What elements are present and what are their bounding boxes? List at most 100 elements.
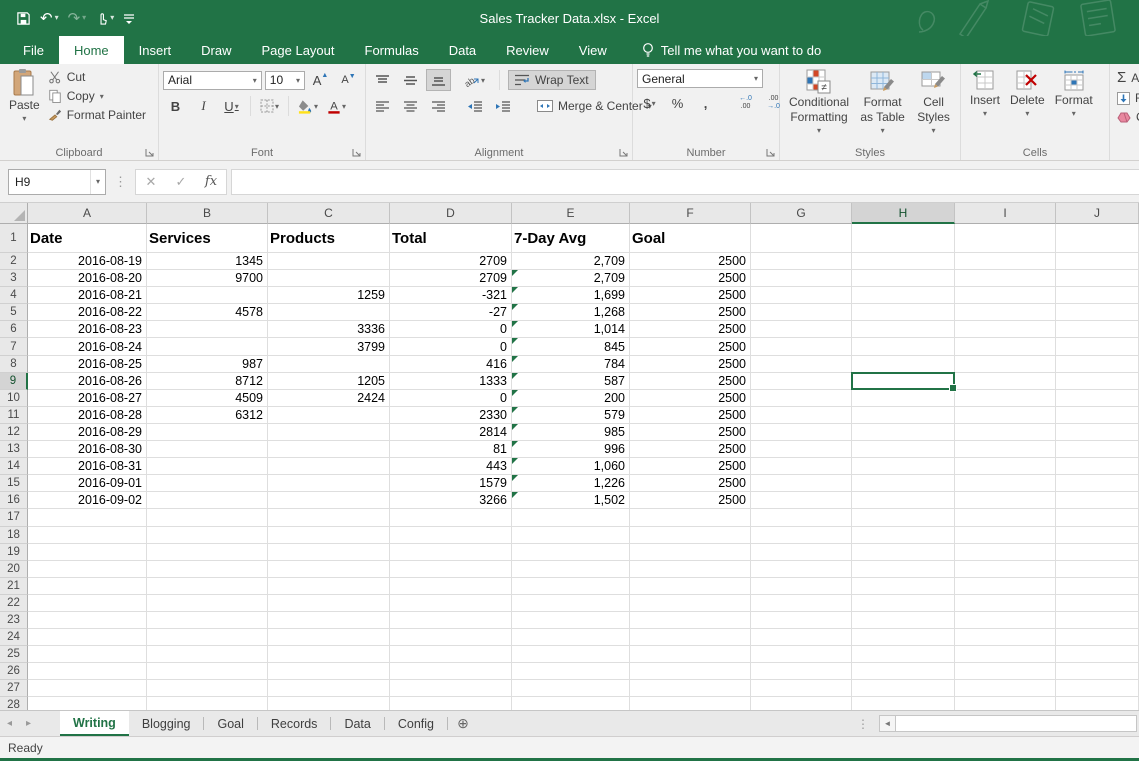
row-header-3[interactable]: 3	[0, 270, 28, 287]
cell-A22[interactable]	[28, 595, 147, 612]
cell-D2[interactable]: 2709	[390, 253, 512, 270]
horizontal-scrollbar[interactable]: ◄	[879, 711, 1137, 736]
cell-D12[interactable]: 2814	[390, 424, 512, 441]
cell-J5[interactable]	[1056, 304, 1139, 321]
tell-me-box[interactable]: Tell me what you want to do	[642, 36, 821, 64]
number-format-combo[interactable]: General▾	[637, 69, 763, 88]
cell-D7[interactable]: 0	[390, 338, 512, 355]
cell-G7[interactable]	[751, 338, 852, 355]
cell-A10[interactable]: 2016-08-27	[28, 390, 147, 407]
cell-J1[interactable]	[1056, 224, 1139, 253]
cell-D23[interactable]	[390, 612, 512, 629]
cell-E11[interactable]: 579	[512, 407, 630, 424]
cell-B24[interactable]	[147, 629, 268, 646]
row-header-18[interactable]: 18	[0, 527, 28, 544]
cell-H15[interactable]	[852, 475, 955, 492]
cell-H6[interactable]	[852, 321, 955, 338]
cell-D27[interactable]	[390, 680, 512, 697]
cell-C13[interactable]	[268, 441, 390, 458]
italic-button[interactable]: I	[191, 95, 216, 117]
name-box-resize-handle[interactable]: ⋮	[106, 174, 135, 190]
cell-J9[interactable]	[1056, 373, 1139, 390]
cell-I28[interactable]	[955, 697, 1056, 710]
format-painter-button[interactable]: Format Painter	[45, 107, 149, 123]
cell-E23[interactable]	[512, 612, 630, 629]
cell-E17[interactable]	[512, 509, 630, 526]
undo-dropdown-icon[interactable]: ▾	[55, 14, 59, 22]
delete-cells-button[interactable]: Delete▾	[1005, 67, 1050, 121]
cell-D6[interactable]: 0	[390, 321, 512, 338]
cell-F23[interactable]	[630, 612, 751, 629]
cell-I12[interactable]	[955, 424, 1056, 441]
cell-J6[interactable]	[1056, 321, 1139, 338]
cell-A7[interactable]: 2016-08-24	[28, 338, 147, 355]
fill-color-button[interactable]: ▾	[295, 95, 321, 117]
orientation-dropdown-icon[interactable]: ▾	[481, 76, 485, 85]
cell-D14[interactable]: 443	[390, 458, 512, 475]
fill-button[interactable]: Fill▾	[1114, 90, 1139, 106]
cell-B8[interactable]: 987	[147, 356, 268, 373]
cell-A25[interactable]	[28, 646, 147, 663]
cell-C20[interactable]	[268, 561, 390, 578]
cell-E20[interactable]	[512, 561, 630, 578]
cell-A19[interactable]	[28, 544, 147, 561]
cell-C19[interactable]	[268, 544, 390, 561]
row-header-19[interactable]: 19	[0, 544, 28, 561]
cell-D9[interactable]: 1333	[390, 373, 512, 390]
font-dialog-launcher[interactable]	[351, 147, 362, 158]
row-header-13[interactable]: 13	[0, 441, 28, 458]
cell-C7[interactable]: 3799	[268, 338, 390, 355]
row-header-28[interactable]: 28	[0, 697, 28, 710]
cell-A3[interactable]: 2016-08-20	[28, 270, 147, 287]
cell-G8[interactable]	[751, 356, 852, 373]
cell-D5[interactable]: -27	[390, 304, 512, 321]
cell-I14[interactable]	[955, 458, 1056, 475]
cell-J18[interactable]	[1056, 527, 1139, 544]
cell-D20[interactable]	[390, 561, 512, 578]
ribbon-tab-formulas[interactable]: Formulas	[350, 36, 434, 64]
cell-A16[interactable]: 2016-09-02	[28, 492, 147, 509]
name-box[interactable]: H9 ▾	[8, 169, 106, 195]
cell-J3[interactable]	[1056, 270, 1139, 287]
cell-F9[interactable]: 2500	[630, 373, 751, 390]
cell-D24[interactable]	[390, 629, 512, 646]
column-header-I[interactable]: I	[955, 203, 1056, 224]
cell-F17[interactable]	[630, 509, 751, 526]
cell-B26[interactable]	[147, 663, 268, 680]
cell-H25[interactable]	[852, 646, 955, 663]
comma-style-button[interactable]: ,	[693, 92, 718, 114]
cell-D22[interactable]	[390, 595, 512, 612]
cell-C14[interactable]	[268, 458, 390, 475]
row-header-16[interactable]: 16	[0, 492, 28, 509]
cell-H18[interactable]	[852, 527, 955, 544]
ribbon-tab-insert[interactable]: Insert	[124, 36, 187, 64]
cell-F18[interactable]	[630, 527, 751, 544]
cell-B1[interactable]: Services	[147, 224, 268, 253]
cell-A21[interactable]	[28, 578, 147, 595]
row-header-14[interactable]: 14	[0, 458, 28, 475]
sheet-nav-left-icon[interactable]: ◂	[0, 711, 19, 736]
selected-cell-H9[interactable]	[851, 372, 955, 390]
cell-F3[interactable]: 2500	[630, 270, 751, 287]
cell-A24[interactable]	[28, 629, 147, 646]
cell-F4[interactable]: 2500	[630, 287, 751, 304]
column-header-F[interactable]: F	[630, 203, 751, 224]
cell-B17[interactable]	[147, 509, 268, 526]
cell-A12[interactable]: 2016-08-29	[28, 424, 147, 441]
cell-E16[interactable]: 1,502	[512, 492, 630, 509]
cell-C11[interactable]	[268, 407, 390, 424]
ribbon-tab-data[interactable]: Data	[434, 36, 491, 64]
insert-function-icon[interactable]: fx	[196, 174, 226, 189]
add-sheet-icon[interactable]: ⊕	[448, 711, 478, 736]
cell-G9[interactable]	[751, 373, 852, 390]
cell-H12[interactable]	[852, 424, 955, 441]
cell-H23[interactable]	[852, 612, 955, 629]
cell-F14[interactable]: 2500	[630, 458, 751, 475]
cell-H20[interactable]	[852, 561, 955, 578]
cell-G21[interactable]	[751, 578, 852, 595]
cell-B3[interactable]: 9700	[147, 270, 268, 287]
font-name-combo[interactable]: Arial▾	[163, 71, 262, 90]
fill-handle[interactable]	[949, 384, 957, 392]
cell-H16[interactable]	[852, 492, 955, 509]
cell-B7[interactable]	[147, 338, 268, 355]
